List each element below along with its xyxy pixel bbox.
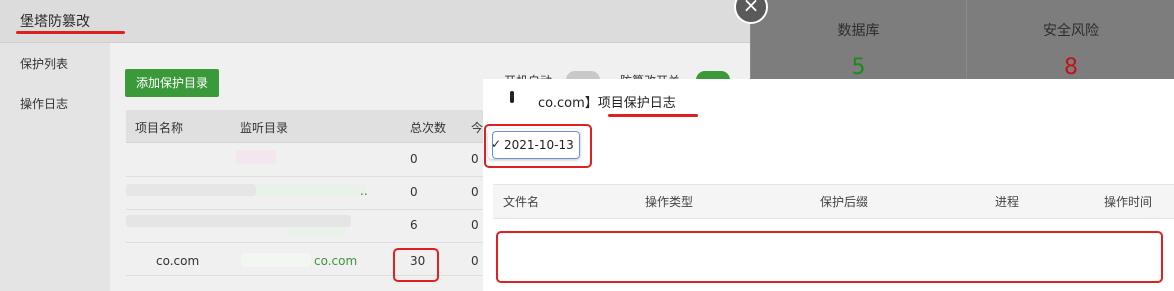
redacted-text <box>256 184 366 196</box>
log-col-op-type: 操作类型 <box>645 195 694 209</box>
stat-value: 5 <box>851 55 866 80</box>
redacted-text <box>126 184 256 196</box>
title-annotation-underline <box>16 31 125 34</box>
table-row[interactable]: 6 0 <box>126 209 486 243</box>
redacted-text <box>286 227 346 235</box>
stat-title: 安全风险 <box>1043 23 1099 39</box>
log-col-suffix: 保护后缀 <box>820 195 869 209</box>
log-col-process: 进程 <box>995 195 1020 209</box>
date-annotation-box <box>484 124 592 168</box>
table-header: 项目名称 监听目录 总次数 今 <box>126 110 486 143</box>
table-row[interactable]: .. 0 0 <box>126 176 486 210</box>
dialog-header: 堡塔防篡改 <box>0 0 750 43</box>
redacted-text <box>126 215 351 227</box>
log-table-header: 文件名 操作类型 保护后缀 进程 操作时间 <box>493 184 1174 219</box>
empty-log-annotation-box <box>496 231 1163 283</box>
cell-today: 0 <box>471 218 479 232</box>
total-count-annotation-box <box>393 248 439 282</box>
sidebar-item-protect-list[interactable]: 保护列表 <box>20 55 68 72</box>
cell-today: 0 <box>471 185 479 199</box>
sidebar-item-operation-log[interactable]: 操作日志 <box>20 95 68 112</box>
close-icon: × <box>742 0 760 17</box>
log-col-time: 操作时间 <box>1104 195 1153 209</box>
col-header-dir: 监听目录 <box>240 121 289 135</box>
cell-dir-link[interactable]: co.com <box>314 254 357 268</box>
cell-today: 0 <box>471 254 479 268</box>
stat-value: 8 <box>1064 55 1078 80</box>
col-header-today: 今 <box>471 121 484 135</box>
cell-today: 0 <box>471 152 479 166</box>
redacted-text <box>510 91 514 103</box>
log-col-filename: 文件名 <box>503 195 540 209</box>
redacted-text <box>241 253 311 267</box>
cell-name: co.com <box>156 254 200 268</box>
table-row[interactable]: 0 0 <box>126 143 486 177</box>
add-protect-dir-button[interactable]: 添加保护目录 <box>125 69 219 97</box>
cell-dir: .. <box>360 184 368 198</box>
log-title-annotation-underline <box>608 114 698 117</box>
dialog-sidebar: 保护列表 操作日志 <box>0 43 110 291</box>
cell-total: 0 <box>410 185 418 199</box>
dialog-title: 堡塔防篡改 <box>20 14 90 30</box>
col-header-total: 总次数 <box>410 121 447 135</box>
log-panel-title: co.com】项目保护日志 <box>538 96 676 111</box>
stat-title: 数据库 <box>837 23 880 39</box>
cell-total: 0 <box>410 152 418 166</box>
col-header-name: 项目名称 <box>135 121 184 135</box>
cell-total: 6 <box>410 218 418 232</box>
redacted-text <box>236 150 276 164</box>
